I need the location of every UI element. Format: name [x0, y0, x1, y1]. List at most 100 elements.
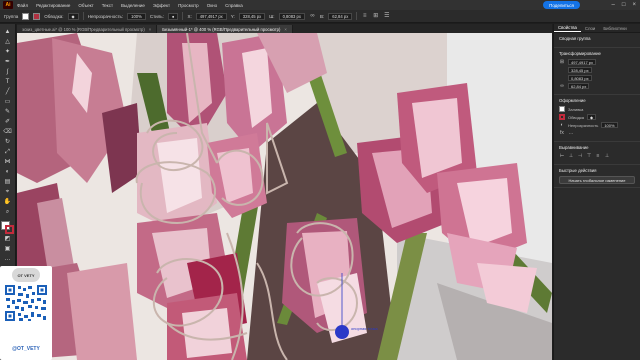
draw-mode-icon[interactable]: ◩	[2, 235, 14, 244]
stroke-swatch[interactable]	[33, 12, 41, 20]
align-section: Выравнивание ⊢ ⊥ ⊣ ⊤ ≡ ⊥	[554, 142, 640, 165]
shaper-tool-icon[interactable]: ✐	[2, 118, 14, 127]
h-row: ∞ 62,84 px	[559, 83, 635, 89]
tab-label: эскиз_цветные.ai* @ 100 % (RGB/Предварит…	[22, 26, 145, 32]
opacity-row: ◐ Непрозрачность 100%	[559, 122, 635, 128]
watermark-overlay: OT VETY @OT_VETY	[0, 266, 52, 360]
section-title: Сводная группа	[559, 36, 591, 41]
tab-libraries[interactable]: Библиотеки	[599, 24, 630, 32]
stroke-color-box[interactable]	[4, 225, 14, 234]
fill-swatch[interactable]	[22, 12, 30, 20]
curvature-tool-icon[interactable]: ∫	[2, 68, 14, 77]
magic-wand-icon[interactable]: ✦	[2, 48, 14, 57]
stroke-label: Обводка	[568, 114, 585, 120]
align-left-icon[interactable]: ⊢	[559, 153, 565, 159]
direct-selection-tool-icon[interactable]: △	[2, 38, 14, 47]
fx-row: fx …	[559, 130, 635, 136]
eraser-tool-icon[interactable]: ⌫	[2, 128, 14, 137]
hand-tool-icon[interactable]: ✋	[2, 198, 14, 207]
menu-object[interactable]: Объект	[78, 3, 93, 8]
type-tool-icon[interactable]: T	[2, 78, 14, 87]
width-tool-icon[interactable]: ⋈	[2, 158, 14, 167]
y-field[interactable]: 328,45 px	[238, 12, 266, 20]
spacer-icon	[559, 67, 565, 73]
anchor-point-tooltip: опорная точка	[351, 326, 378, 331]
menu-select[interactable]: Выделение	[121, 3, 145, 8]
pen-tool-icon[interactable]: ✒	[2, 58, 14, 67]
align-right-icon[interactable]: ⊣	[577, 153, 583, 159]
tab-layers[interactable]: Слои	[581, 24, 599, 32]
minimize-icon[interactable]: –	[612, 2, 615, 8]
menu-window[interactable]: Окно	[207, 3, 217, 8]
maximize-icon[interactable]: □	[622, 2, 626, 8]
w-field[interactable]: 0,8083 px	[568, 75, 592, 81]
menu-view[interactable]: Просмотр	[178, 3, 199, 8]
menu-bar: Ai Файл Редактирование Объект Текст Выде…	[0, 0, 640, 10]
opacity-field[interactable]: 100%	[127, 12, 146, 20]
scale-tool-icon[interactable]: ⤢	[2, 148, 14, 157]
appearance-section: Оформление Заливка Обводка ◆ ◐ Непрозрач…	[554, 95, 640, 142]
rectangle-tool-icon[interactable]: ▭	[2, 98, 14, 107]
align-top-icon[interactable]: ⊤	[586, 153, 592, 159]
selection-tool-icon[interactable]: ▲	[2, 28, 14, 37]
stroke-weight-field[interactable]: ◆	[67, 12, 79, 20]
menu-icon[interactable]: ☰	[383, 13, 390, 20]
rotate-tool-icon[interactable]: ↻	[2, 138, 14, 147]
align-icon[interactable]: ≡	[361, 13, 368, 20]
x-field[interactable]: 497,4917 px	[195, 12, 227, 20]
opacity-field[interactable]: 100%	[601, 122, 618, 128]
align-center-icon[interactable]: ⊥	[568, 153, 574, 159]
document-tabs: эскиз_цветные.ai* @ 100 % (RGB/Предварит…	[17, 24, 552, 33]
divider	[182, 12, 184, 20]
style-field[interactable]: ●	[167, 12, 179, 20]
tab-document-2[interactable]: Безымянный-1* @ 400 % (RGB/Предварительн…	[157, 25, 293, 33]
fx-icon[interactable]: fx	[559, 130, 565, 136]
close-icon[interactable]: ×	[284, 27, 286, 32]
shape-builder-icon[interactable]: ◐	[2, 168, 14, 177]
menu-file[interactable]: Файл	[17, 3, 28, 8]
artboard-canvas[interactable]: опорная точка	[17, 33, 552, 360]
x-field[interactable]: 497,4917 px	[568, 59, 597, 65]
panel-tabs: Свойства Слои Библиотеки	[554, 24, 640, 33]
more-tools-icon[interactable]: …	[2, 255, 14, 264]
link-icon[interactable]: ∞	[309, 13, 316, 20]
h-field[interactable]: 62,84 px	[328, 12, 353, 20]
fill-stroke-widget[interactable]	[0, 221, 15, 235]
line-tool-icon[interactable]: ╱	[2, 88, 14, 97]
align-bottom-icon[interactable]: ⊥	[604, 153, 610, 159]
close-icon[interactable]: ×	[149, 27, 151, 32]
transform-icon[interactable]: ⊞	[372, 13, 379, 20]
divider	[356, 12, 358, 20]
zoom-tool-icon[interactable]: ⌕	[2, 208, 14, 217]
menu-edit[interactable]: Редактирование	[36, 3, 70, 8]
screen-mode-icon[interactable]: ▣	[2, 245, 14, 254]
menu-help[interactable]: Справка	[225, 3, 243, 8]
eyedropper-icon[interactable]: ⌖	[2, 188, 14, 197]
reference-point-icon[interactable]: ⊞	[559, 59, 565, 65]
y-field[interactable]: 328,45 px	[568, 67, 592, 73]
gradient-tool-icon[interactable]: ▤	[2, 178, 14, 187]
close-icon[interactable]: ×	[632, 2, 636, 8]
menu-effect[interactable]: Эффект	[153, 3, 170, 8]
properties-panel: Свойства Слои Библиотеки Сводная группа …	[553, 24, 640, 360]
brush-tool-icon[interactable]: ✎	[2, 108, 14, 117]
stroke-swatch[interactable]	[559, 114, 565, 120]
tab-label: Безымянный-1* @ 400 % (RGB/Предварительн…	[162, 26, 281, 32]
stroke-weight-field[interactable]: ◆	[587, 114, 597, 120]
align-middle-icon[interactable]: ≡	[595, 153, 601, 159]
tab-properties[interactable]: Свойства	[554, 24, 581, 32]
menu-type[interactable]: Текст	[102, 3, 113, 8]
link-icon[interactable]: ∞	[559, 83, 565, 89]
object-type-label: Группа	[4, 13, 19, 19]
h-field[interactable]: 62,84 px	[568, 83, 590, 89]
stroke-row: Обводка ◆	[559, 114, 635, 120]
opacity-label: Непрозрачность:	[87, 13, 124, 19]
share-button[interactable]: Поделиться	[543, 1, 580, 9]
tab-document-1[interactable]: эскиз_цветные.ai* @ 100 % (RGB/Предварит…	[17, 25, 158, 33]
xy-row: ⊞ 497,4917 px	[559, 59, 635, 65]
app-logo: Ai	[3, 1, 13, 9]
w-field[interactable]: 0,8083 px	[278, 12, 305, 20]
more-options-icon[interactable]: …	[568, 130, 574, 136]
start-global-edit-button[interactable]: Начать глобальное изменение	[559, 176, 635, 184]
fill-swatch[interactable]	[559, 106, 565, 112]
